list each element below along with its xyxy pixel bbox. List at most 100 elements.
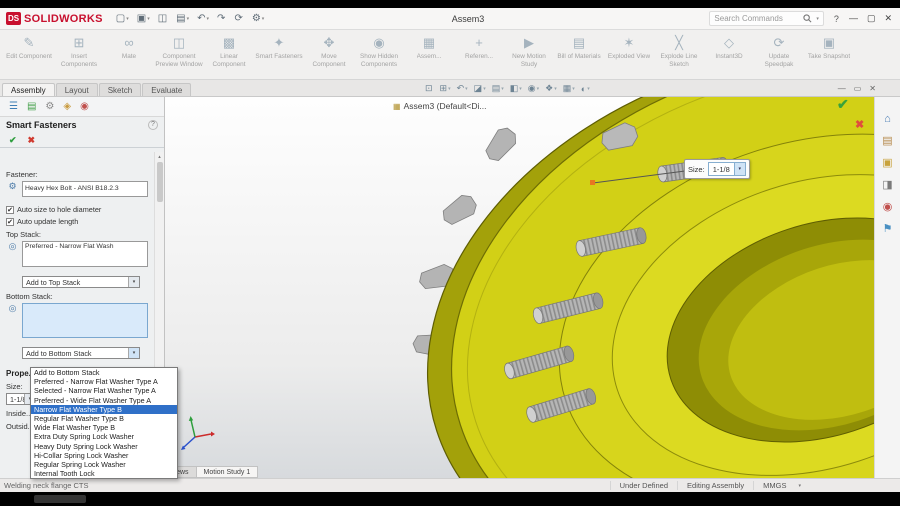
ribbon-move-component[interactable]: ✥ Move Component — [304, 32, 354, 79]
doc-minimize-button[interactable]: — — [838, 84, 846, 93]
section-view-icon[interactable]: ◪ ▾ — [474, 83, 486, 94]
command-tab[interactable]: Assembly — [2, 83, 55, 96]
bottom-stack-list[interactable] — [22, 303, 148, 338]
checkbox[interactable]: ✔ Auto size to hole diameter — [6, 205, 154, 214]
ribbon-button-icon: ▶ — [524, 35, 534, 50]
command-tab[interactable]: Evaluate — [142, 83, 192, 96]
ribbon-explode-line-sketch[interactable]: ╳ Explode Line Sketch — [654, 32, 704, 79]
redo-icon[interactable]: ↷ — [214, 12, 229, 26]
zoom-fit-icon[interactable]: ⊡ — [425, 83, 434, 94]
dropdown-caret-icon[interactable]: ▾ — [128, 348, 139, 358]
options-icon[interactable]: ⚙ ▾ — [249, 12, 267, 26]
fastener-type-field[interactable]: Heavy Hex Bolt - ANSI B18.2.3 — [22, 181, 148, 197]
design-library-icon[interactable]: ▤ — [882, 135, 892, 147]
top-stack-item[interactable]: Preferred - Narrow Flat Wash — [25, 243, 114, 250]
new-file-icon[interactable]: ▢ ▾ — [113, 12, 132, 26]
doc-close-button[interactable]: ✕ — [869, 84, 876, 93]
dropdown-option[interactable]: Internal Tooth Lock — [31, 469, 177, 478]
dropdown-option[interactable]: Wide Flat Washer Type B — [31, 423, 177, 432]
dropdown-option[interactable]: Add to Bottom Stack — [31, 368, 177, 377]
confirm-cancel-icon[interactable]: ✖ — [855, 118, 864, 131]
dropdown-option[interactable]: Heavy Duty Spring Lock Washer — [31, 442, 177, 451]
appearances-icon[interactable]: ◉ — [883, 201, 893, 213]
undo-icon[interactable]: ↶ ▾ — [194, 12, 212, 26]
previous-view-icon[interactable]: ↶ ▾ — [457, 83, 468, 94]
print-icon[interactable]: ▤ ▾ — [173, 12, 192, 26]
scroll-up-icon[interactable]: ▴ — [158, 154, 161, 160]
help-button[interactable]: ? — [834, 14, 839, 24]
ribbon-assembly-features[interactable]: ▦ Assem... — [404, 32, 454, 79]
ribbon-component-preview-window[interactable]: ◫ Component Preview Window — [154, 32, 204, 79]
display-style-icon[interactable]: ◧ ▾ — [510, 83, 522, 94]
ribbon-update-speedpak[interactable]: ⟳ Update Speedpak — [754, 32, 804, 79]
dropdown-option[interactable]: Selected - Narrow Flat Washer Type A — [31, 386, 177, 395]
dropdown-option[interactable]: Hi-Collar Spring Lock Washer — [31, 451, 177, 460]
file-explorer-icon[interactable]: ▣ — [882, 157, 892, 169]
scrollbar-thumb[interactable] — [156, 162, 163, 202]
add-to-bottom-stack-dropdown[interactable]: Add to Bottom Stack ▾ — [22, 347, 140, 359]
configuration-manager-tab-icon[interactable]: ⚙ — [45, 101, 54, 113]
hide-show-items-icon[interactable]: ◉ ▾ — [528, 83, 539, 94]
ribbon-show-hidden-components[interactable]: ◉ Show Hidden Components — [354, 32, 404, 79]
dimxpert-manager-tab-icon[interactable]: ◈ — [63, 101, 71, 113]
top-stack-list[interactable]: Preferred - Narrow Flat Wash — [22, 241, 148, 267]
ribbon-exploded-view[interactable]: ✶ Exploded View — [604, 32, 654, 79]
rebuild-icon[interactable]: ⟳ — [231, 12, 246, 26]
command-tab[interactable]: Layout — [55, 83, 98, 96]
minimize-button[interactable]: — — [849, 13, 858, 24]
units-caret-icon[interactable]: ▾ — [798, 483, 801, 489]
ribbon-bill-of-materials[interactable]: ▤ Bill of Materials — [554, 32, 604, 79]
view-settings-icon[interactable]: ◐ ▾ — [581, 84, 590, 94]
close-button[interactable]: ✕ — [884, 13, 892, 24]
graphics-area[interactable]: ▦ Assem3 (Default<Di... Size: 1-1/8 ▾ ✔ … — [165, 97, 874, 478]
feature-manager-tab-icon[interactable]: ☰ — [9, 101, 18, 113]
ribbon-smart-fasteners[interactable]: ✦ Smart Fasteners — [254, 32, 304, 79]
dropdown-caret-icon[interactable]: ▾ — [128, 277, 139, 287]
callout-size-dropdown[interactable]: 1-1/8 ▾ — [707, 162, 746, 176]
ribbon-instant3d[interactable]: ◇ Instant3D — [704, 32, 754, 79]
dropdown-caret-icon[interactable]: ▾ — [733, 163, 745, 175]
dropdown-option[interactable]: Preferred - Narrow Flat Washer Type A — [31, 377, 177, 386]
dropdown-option[interactable]: Preferred - Wide Flat Washer Type A — [31, 396, 177, 405]
open-file-icon[interactable]: ▣ ▾ — [134, 12, 153, 26]
property-manager-tab-icon[interactable]: ▤ — [27, 101, 36, 113]
model-tab[interactable]: Motion Study 1 — [195, 466, 259, 478]
commandmanager-tabbar: Assembly Layout Sketch Evaluate ⊡ ⊞ ▾ ↶ ▾ ◪ ▾ ▤ ▾ ◧ ▾… — [0, 80, 900, 97]
add-to-top-stack-dropdown[interactable]: Add to Top Stack ▾ — [22, 276, 140, 288]
checkbox[interactable]: ✔ Auto update length — [6, 217, 154, 226]
zoom-area-icon[interactable]: ⊞ ▾ — [440, 83, 451, 94]
search-caret-icon[interactable]: ▾ — [816, 16, 819, 22]
ribbon-mate[interactable]: ∞ Mate — [104, 32, 154, 79]
flange-3d-model[interactable] — [165, 97, 874, 478]
cancel-button[interactable]: ✖ — [28, 135, 36, 146]
display-manager-tab-icon[interactable]: ◉ — [80, 101, 89, 113]
view-orientation-icon[interactable]: ▤ ▾ — [492, 83, 504, 94]
command-tab[interactable]: Sketch — [98, 83, 142, 96]
dropdown-option[interactable]: Narrow Flat Washer Type B — [31, 404, 177, 414]
custom-properties-icon[interactable]: ⚑ — [883, 223, 893, 235]
maximize-button[interactable]: ▢ — [867, 13, 876, 24]
dropdown-option[interactable]: Regular Spring Lock Washer — [31, 460, 177, 469]
ribbon-new-motion-study[interactable]: ▶ New Motion Study — [504, 32, 554, 79]
search-input[interactable] — [714, 14, 801, 23]
dropdown-option[interactable]: Regular Flat Washer Type B — [31, 414, 177, 423]
ribbon-linear-component-pattern[interactable]: ▩ Linear Component Pattern — [204, 32, 254, 79]
dropdown-option[interactable]: Extra Duty Spring Lock Washer — [31, 432, 177, 441]
view-palette-icon[interactable]: ◨ — [882, 179, 892, 191]
panel-help-button[interactable]: ? — [148, 120, 158, 130]
ribbon-button-label: Move Component — [312, 53, 346, 69]
save-icon[interactable]: ◫ — [155, 12, 171, 26]
search-icon[interactable] — [803, 10, 812, 28]
document-tree-label[interactable]: ▦ Assem3 (Default<Di... — [393, 101, 486, 111]
doc-restore-button[interactable]: ▭ — [854, 84, 862, 93]
search-commands-box[interactable]: ▾ — [709, 11, 824, 26]
ribbon-insert-components[interactable]: ⊞ Insert Components — [54, 32, 104, 79]
apply-scene-icon[interactable]: ▦ ▾ — [563, 83, 575, 94]
edit-appearance-icon[interactable]: ❖ ▾ — [545, 83, 557, 94]
resources-home-icon[interactable]: ⌂ — [884, 113, 891, 125]
ribbon-take-snapshot[interactable]: ▣ Take Snapshot — [804, 32, 854, 79]
ribbon-edit-component[interactable]: ✎ Edit Component — [4, 32, 54, 79]
ok-button[interactable]: ✔ — [9, 135, 17, 146]
confirm-ok-icon[interactable]: ✔ — [837, 97, 849, 113]
ribbon-reference-geometry[interactable]: + Referen... — [454, 32, 504, 79]
